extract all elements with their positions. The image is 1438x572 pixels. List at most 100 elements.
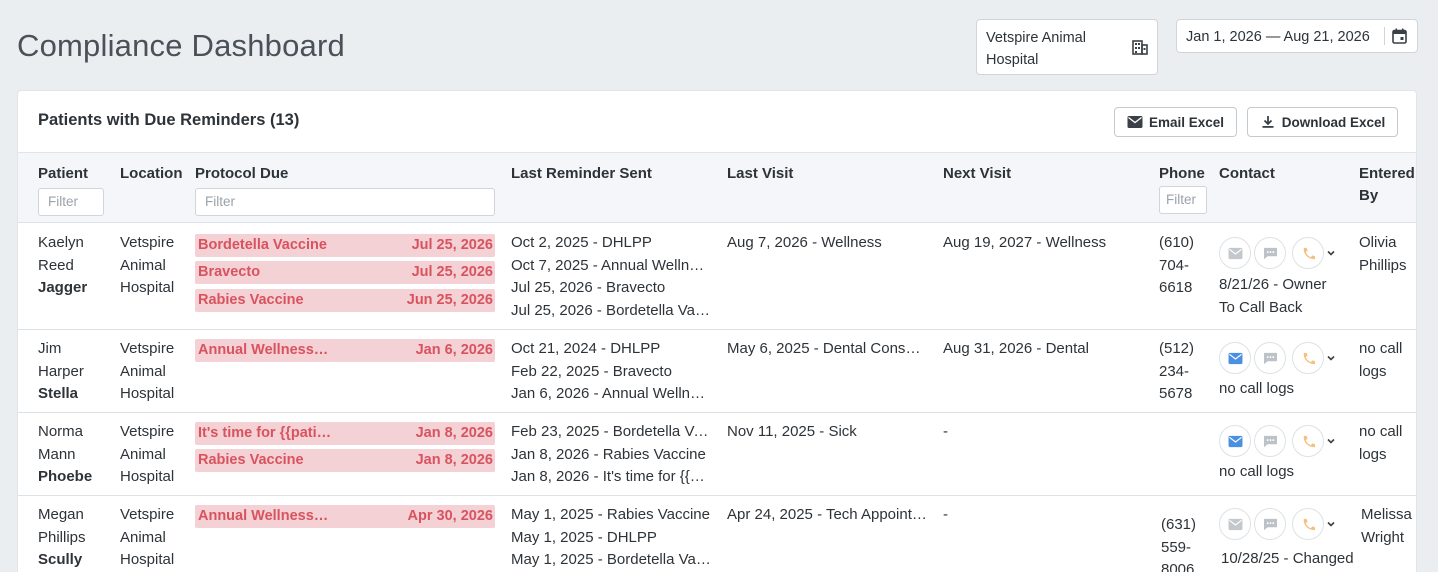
phone-line: 559- xyxy=(1161,538,1192,556)
email-contact-button[interactable] xyxy=(1219,425,1251,457)
contact-note: 8/21/26 - Owner To Call Back xyxy=(1219,274,1327,319)
entered-by-cell: no call logs xyxy=(1359,338,1402,383)
chevron-down-icon[interactable] xyxy=(1326,353,1336,363)
protocol-date: Jan 6, 2026 xyxy=(415,342,493,358)
location-line: Animal xyxy=(120,445,166,463)
header-patient[interactable]: Patient xyxy=(38,163,88,185)
patient-filter-input[interactable]: Filter xyxy=(38,188,104,216)
sms-contact-button[interactable] xyxy=(1254,237,1286,269)
sms-contact-button[interactable] xyxy=(1254,425,1286,457)
phone-contact-button[interactable] xyxy=(1292,508,1324,540)
pet-name: Scully xyxy=(38,551,83,568)
phone-icon xyxy=(1303,352,1315,364)
chat-icon xyxy=(1263,518,1277,530)
table-row[interactable]: Norma Mann Phoebe Vetspire Animal Hospit… xyxy=(18,413,1416,496)
contact-note-line: no call logs xyxy=(1219,463,1295,480)
contact-note-line: 10/28/25 - Changed xyxy=(1221,550,1354,567)
table-row[interactable]: Jim Harper Stella Vetspire Animal Hospit… xyxy=(18,330,1416,413)
phone-line: (631) xyxy=(1161,516,1197,533)
location-line: Animal xyxy=(120,256,166,274)
protocol-due-tag: Annual Wellness Exam Apr 30, 2026 xyxy=(195,505,495,528)
patient-cell[interactable]: Norma Mann Phoebe xyxy=(38,421,92,489)
chat-icon xyxy=(1263,352,1277,364)
chevron-down-icon[interactable] xyxy=(1326,248,1336,258)
protocol-date: Jan 8, 2026 xyxy=(415,452,493,468)
contact-note: no call logs xyxy=(1219,461,1294,484)
location-select[interactable]: Vetspire Animal Hospital xyxy=(976,19,1158,75)
date-range-picker[interactable]: Jan 1, 2026 — Aug 21, 2026 xyxy=(1176,19,1418,53)
pet-name: Stella xyxy=(38,385,79,402)
reminder-line: Jan 6, 2026 - Annual Wellness Exam xyxy=(511,385,711,402)
header-last-visit[interactable]: Last Visit xyxy=(727,163,793,185)
next-visit-cell: - xyxy=(943,506,948,523)
patient-cell[interactable]: Kaelyn Reed Jagger xyxy=(38,232,87,300)
chat-icon xyxy=(1263,435,1277,447)
owner-last-name: Harper xyxy=(38,362,84,380)
phone-line: (512) xyxy=(1159,340,1195,357)
owner-last-name: Mann xyxy=(38,445,76,463)
next-visit-cell: - xyxy=(943,423,948,440)
phone-line: 8006 xyxy=(1161,561,1195,572)
table-row[interactable]: Megan Phillips Scully Vetspire Animal Ho… xyxy=(18,496,1416,572)
patient-cell[interactable]: Megan Phillips Scully xyxy=(38,504,86,572)
header-protocol-due[interactable]: Protocol Due xyxy=(195,163,288,185)
phone-filter-input[interactable]: Filter xyxy=(1159,186,1207,214)
date-range-value: Jan 1, 2026 — Aug 21, 2026 xyxy=(1186,29,1370,45)
protocol-filter-input[interactable]: Filter xyxy=(195,188,495,216)
contact-note-line: no call logs xyxy=(1219,380,1295,397)
reminder-line: Oct 2, 2025 - DHLPP xyxy=(511,234,652,251)
patient-cell[interactable]: Jim Harper Stella xyxy=(38,338,84,406)
protocol-date: Jun 25, 2026 xyxy=(406,292,493,308)
sms-contact-button[interactable] xyxy=(1254,342,1286,374)
phone-contact-button[interactable] xyxy=(1292,425,1324,457)
header-entered-by[interactable]: Entered By xyxy=(1359,163,1416,207)
location-line: Vetspire xyxy=(120,234,175,251)
phone-contact-button[interactable] xyxy=(1292,237,1324,269)
contact-note-line: 8/21/26 - Owner xyxy=(1219,276,1327,293)
last-reminder-cell: May 1, 2025 - Rabies Vaccine May 1, 2025… xyxy=(511,504,711,572)
contact-note: 10/28/25 - Changed xyxy=(1221,548,1354,571)
entered-by-cell: no call logs xyxy=(1359,421,1402,466)
reminder-line: Feb 23, 2025 - Bordetella Vaccine xyxy=(511,423,711,440)
reminder-line: Jan 8, 2026 - It's time for {{patient}} xyxy=(511,468,711,485)
table-row[interactable]: Kaelyn Reed Jagger Vetspire Animal Hospi… xyxy=(18,224,1416,330)
location-line: Vetspire xyxy=(120,506,175,523)
location-line: Hospital xyxy=(120,279,175,296)
chevron-down-icon[interactable] xyxy=(1326,436,1336,446)
location-line: Hospital xyxy=(120,551,175,568)
email-excel-button[interactable]: Email Excel xyxy=(1114,107,1237,137)
phone-line: 6618 xyxy=(1159,279,1193,296)
phone-icon xyxy=(1303,435,1315,447)
header-last-reminder[interactable]: Last Reminder Sent xyxy=(511,163,652,185)
owner-first-name: Jim xyxy=(38,340,62,357)
owner-first-name: Megan xyxy=(38,506,84,523)
chevron-down-icon[interactable] xyxy=(1326,519,1336,529)
phone-line: 704- xyxy=(1159,256,1190,274)
phone-cell: (512) 234- 5678 xyxy=(1159,338,1194,406)
email-contact-button[interactable] xyxy=(1219,508,1251,540)
location-cell: Vetspire Animal Hospital xyxy=(120,232,174,300)
protocol-due-tag: It's time for {{patient}} Jan 8, 2026 xyxy=(195,422,495,445)
phone-contact-button[interactable] xyxy=(1292,342,1324,374)
header-phone[interactable]: Phone xyxy=(1159,163,1205,185)
entered-by-line: Olivia xyxy=(1359,234,1397,251)
protocol-name: Annual Wellness Exam xyxy=(198,508,330,524)
location-cell: Vetspire Animal Hospital xyxy=(120,504,174,572)
header-location[interactable]: Location xyxy=(120,163,183,185)
sms-contact-button[interactable] xyxy=(1254,508,1286,540)
reminder-line: Jul 25, 2026 - Bordetella Vaccine xyxy=(511,301,711,319)
email-contact-button[interactable] xyxy=(1219,342,1251,374)
calendar-icon[interactable] xyxy=(1392,28,1407,44)
protocol-due-tag: Rabies Vaccine Jun 25, 2026 xyxy=(195,289,495,312)
table-header: Patient Location Protocol Due Last Remin… xyxy=(18,152,1416,223)
download-excel-button[interactable]: Download Excel xyxy=(1247,107,1398,137)
protocol-name: It's time for {{patient}} xyxy=(198,425,336,441)
header-contact[interactable]: Contact xyxy=(1219,163,1275,185)
download-excel-label: Download Excel xyxy=(1281,114,1386,130)
email-contact-button[interactable] xyxy=(1219,237,1251,269)
entered-by-cell: Melissa Wright xyxy=(1361,504,1412,549)
protocol-due-tag: Annual Wellness Exam Jan 6, 2026 xyxy=(195,339,495,362)
header-next-visit[interactable]: Next Visit xyxy=(943,163,1011,185)
protocol-name: Bravecto xyxy=(198,264,261,280)
protocol-date: Jan 8, 2026 xyxy=(415,425,493,441)
